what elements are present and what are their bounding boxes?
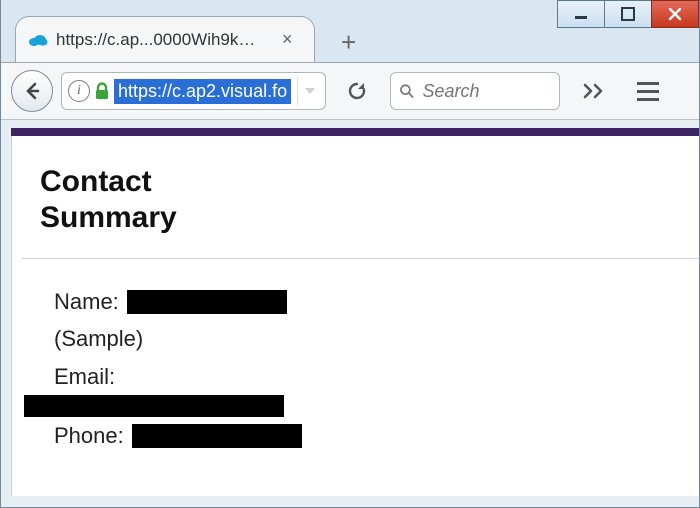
- contact-details: Name: (Sample) Email: Phone:: [12, 283, 699, 455]
- close-icon: [667, 6, 683, 22]
- accent-bar: [11, 128, 699, 136]
- back-button[interactable]: [11, 70, 53, 112]
- reload-icon: [346, 80, 368, 102]
- tab-title: https://c.ap...0000Wih9kAAB: [56, 30, 266, 50]
- lock-icon: [94, 82, 110, 100]
- close-window-button[interactable]: [651, 0, 699, 28]
- url-text: https://c.ap2.visual.fo: [114, 79, 291, 104]
- chevron-down-icon: [304, 86, 316, 96]
- chevrons-right-icon: [582, 82, 606, 100]
- maximize-button[interactable]: [604, 0, 652, 28]
- window-controls: [558, 0, 699, 30]
- page-title: Contact Summary: [12, 136, 699, 252]
- page-body: Contact Summary Name: (Sample) Email: Ph…: [11, 136, 699, 496]
- salesforce-cloud-icon: [28, 33, 48, 47]
- divider: [22, 258, 699, 259]
- hamburger-icon: [637, 82, 659, 101]
- phone-row: Phone:: [54, 417, 699, 454]
- name-row: Name:: [54, 283, 699, 320]
- phone-value-redacted: [132, 424, 302, 448]
- minimize-button[interactable]: [557, 0, 605, 28]
- name-label: Name:: [54, 283, 119, 320]
- page-title-text: Contact Summary: [40, 164, 240, 236]
- name-suffix-row: (Sample): [54, 320, 699, 357]
- search-icon: [399, 82, 414, 100]
- content-area: Contact Summary Name: (Sample) Email: Ph…: [1, 120, 699, 507]
- email-label: Email:: [54, 358, 115, 395]
- maximize-icon: [621, 7, 635, 21]
- name-suffix: (Sample): [54, 320, 143, 357]
- reload-button[interactable]: [340, 74, 374, 108]
- search-input[interactable]: [420, 80, 551, 103]
- browser-tab[interactable]: https://c.ap...0000Wih9kAAB ×: [15, 16, 315, 62]
- browser-toolbar: i https://c.ap2.visual.fo: [1, 62, 699, 120]
- email-value-row: [24, 395, 699, 417]
- phone-label: Phone:: [54, 417, 124, 454]
- new-tab-button[interactable]: +: [333, 23, 364, 62]
- address-bar[interactable]: i https://c.ap2.visual.fo: [61, 72, 326, 110]
- url-dropdown-button[interactable]: [297, 77, 321, 105]
- email-value-redacted: [24, 395, 284, 417]
- toolbar-overflow-button[interactable]: [574, 72, 614, 110]
- name-value-redacted: [127, 290, 287, 314]
- arrow-left-icon: [22, 81, 42, 101]
- tab-close-button[interactable]: ×: [278, 27, 297, 52]
- site-info-icon[interactable]: i: [68, 80, 90, 102]
- email-row: Email:: [54, 358, 699, 395]
- search-bar[interactable]: [390, 72, 560, 110]
- hamburger-menu-button[interactable]: [628, 72, 668, 110]
- minimize-icon: [574, 7, 588, 21]
